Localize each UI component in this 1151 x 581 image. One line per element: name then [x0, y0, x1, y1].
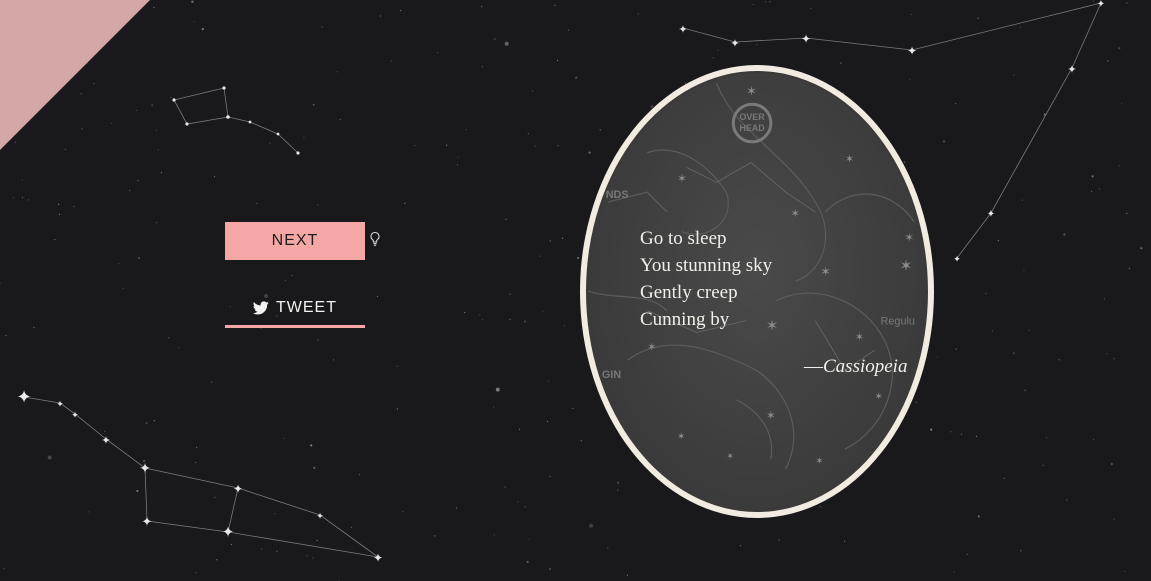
svg-text:✶: ✶ — [677, 431, 685, 442]
svg-text:✶: ✶ — [791, 207, 800, 220]
poem-author: —Cassiopeia — [804, 356, 908, 377]
svg-text:✦: ✦ — [16, 387, 31, 407]
twitter-bird-icon — [253, 300, 269, 314]
tweet-button[interactable]: TWEET — [225, 296, 365, 328]
poem-line: Gently creep — [640, 282, 738, 303]
svg-text:✦: ✦ — [56, 399, 64, 409]
svg-text:✶: ✶ — [726, 452, 733, 462]
svg-text:✦: ✦ — [71, 410, 79, 420]
star-map-oval: OVER HEAD UNDS GIN Regulu ✶ ✶ ✶ ✶ ✶ ✶ ✶ … — [586, 71, 928, 512]
svg-text:✦: ✦ — [139, 460, 151, 476]
svg-text:✦: ✦ — [730, 38, 739, 50]
poem-line: Go to sleep — [640, 228, 727, 249]
svg-text:✦: ✦ — [987, 209, 995, 220]
author-name: Cassiopeia — [823, 356, 908, 377]
lightbulb-icon[interactable] — [369, 231, 381, 247]
tweet-label: TWEET — [276, 298, 337, 316]
svg-text:Regulu: Regulu — [881, 316, 915, 328]
svg-text:✦: ✦ — [142, 514, 153, 529]
svg-text:✦: ✦ — [1097, 0, 1105, 10]
svg-text:✶: ✶ — [647, 340, 656, 353]
svg-text:✦: ✦ — [222, 524, 235, 541]
svg-text:✶: ✶ — [845, 153, 854, 166]
svg-text:✶: ✶ — [855, 330, 864, 343]
svg-text:HEAD: HEAD — [739, 123, 765, 133]
svg-text:✶: ✶ — [820, 265, 831, 280]
svg-text:✦: ✦ — [316, 511, 324, 521]
svg-text:✶: ✶ — [875, 392, 883, 403]
next-button[interactable]: NEXT — [225, 222, 365, 260]
poem-line: You stunning sky — [640, 255, 773, 276]
svg-text:✶: ✶ — [766, 408, 776, 422]
svg-text:✦: ✦ — [953, 254, 961, 264]
svg-text:✶: ✶ — [815, 456, 823, 467]
svg-text:✶: ✶ — [746, 84, 757, 99]
svg-text:✦: ✦ — [101, 435, 110, 447]
svg-text:✦: ✦ — [1067, 64, 1076, 76]
starfield-background: ✦ ✦ ✦ ✦ ✦ ✦ ✦ ✦ ✦ ✦ ✦ ✦ ✦ ✦ ✦ ✦ ✦ ✦ — [0, 0, 1143, 581]
svg-text:✶: ✶ — [899, 256, 912, 275]
constellation-lines — [23, 2, 1102, 558]
constellation-stars: ✦ ✦ ✦ ✦ ✦ ✦ ✦ ✦ ✦ ✦ ✦ ✦ ✦ ✦ ✦ ✦ ✦ ✦ — [16, 0, 1105, 565]
svg-text:GIN: GIN — [602, 369, 621, 381]
svg-text:✦: ✦ — [373, 551, 383, 565]
svg-text:✶: ✶ — [677, 171, 687, 185]
svg-text:✦: ✦ — [907, 44, 917, 58]
svg-text:UNDS: UNDS — [598, 189, 629, 201]
svg-text:✦: ✦ — [233, 482, 243, 496]
poem-text: Go to sleep You stunning sky Gently cree… — [640, 225, 772, 333]
svg-text:✦: ✦ — [801, 32, 811, 46]
svg-text:✶: ✶ — [904, 231, 914, 245]
poem-frame: OVER HEAD UNDS GIN Regulu ✶ ✶ ✶ ✶ ✶ ✶ ✶ … — [580, 65, 934, 518]
svg-text:OVER: OVER — [739, 112, 765, 122]
poem-line: Cunning by — [640, 309, 730, 330]
svg-text:✦: ✦ — [678, 24, 687, 36]
